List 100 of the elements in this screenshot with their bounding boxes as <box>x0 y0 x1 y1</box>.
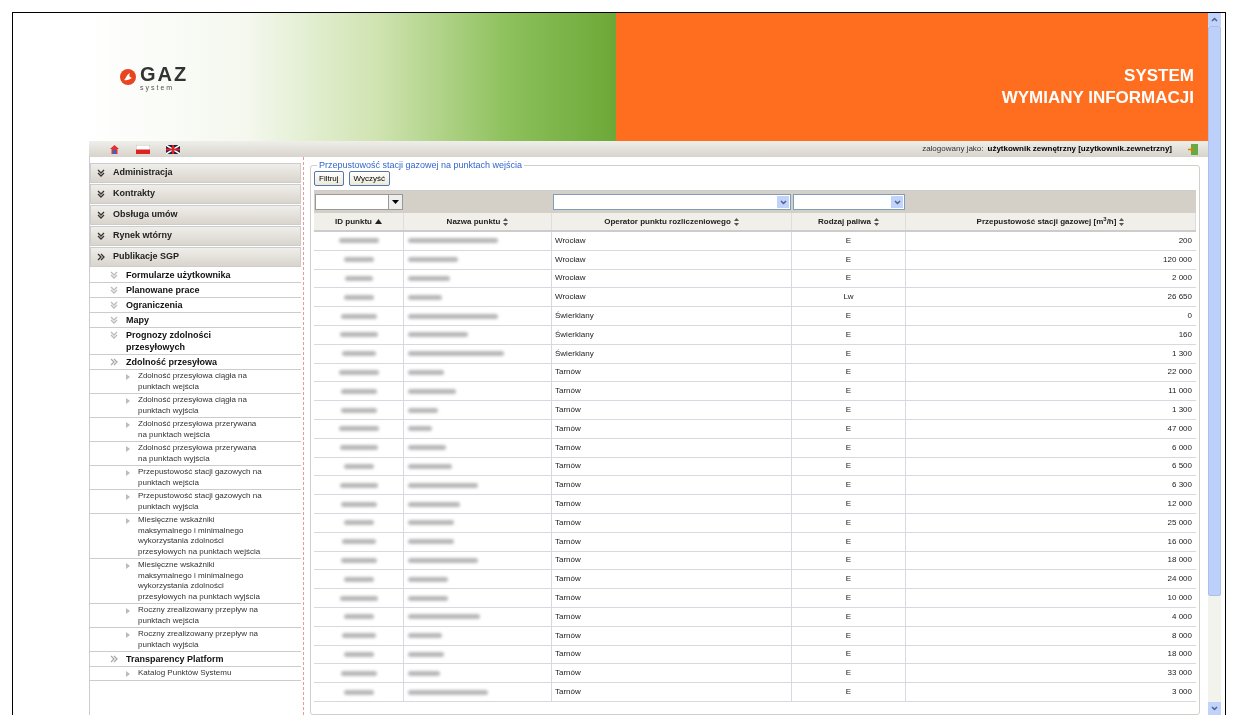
table-cell: 16 000 <box>1167 535 1192 548</box>
table-cell: Lw <box>843 291 854 304</box>
table-cell: Tarnów <box>555 404 581 417</box>
table-cell: Tarnów <box>555 516 581 529</box>
submenu-item[interactable]: Mapy <box>90 313 301 328</box>
table-cell: E <box>845 610 852 623</box>
table-cell: E <box>845 366 852 379</box>
table-cell: E <box>845 234 852 247</box>
table-cell: E <box>845 347 852 360</box>
table-cell: 120 000 <box>1163 253 1192 266</box>
submenu-item[interactable]: Zdolność przesyłowa <box>90 355 301 370</box>
table-cell: 18 000 <box>1167 554 1192 567</box>
table-cell: Tarnów <box>555 629 581 642</box>
table-cell: E <box>845 441 852 454</box>
table-cell: 24 000 <box>1167 573 1192 586</box>
column-header[interactable]: Nazwa punktu <box>404 213 552 230</box>
table-cell: E <box>845 535 852 548</box>
table-cell: 200 <box>1178 234 1192 247</box>
submenu-item[interactable]: Ograniczenia <box>90 298 301 313</box>
logo-text: GAZ <box>140 63 189 84</box>
table-cell: E <box>845 385 852 398</box>
table-cell: 11 000 <box>1168 385 1192 398</box>
menu-item[interactable]: Obsługa umów <box>90 205 301 225</box>
table-cell: 6 300 <box>1171 479 1192 492</box>
table-cell: E <box>845 686 852 698</box>
table-cell: 4 000 <box>1171 610 1192 623</box>
table-cell: E <box>845 667 852 680</box>
submenu-item[interactable]: Prognozy zdolności przesyłowych <box>90 328 301 355</box>
submenu-link[interactable]: Przepustowość stacji gazowych na punktach wejścia <box>90 466 301 490</box>
submenu-link[interactable]: Zdolność przesyłowa przerywana na punktach wyjścia <box>90 442 301 466</box>
menu-item[interactable]: Publikacje SGP <box>90 247 301 267</box>
table-cell: 33 000 <box>1167 667 1192 680</box>
table-cell: E <box>845 554 852 567</box>
column-header[interactable]: Rodzaj paliwa <box>792 213 906 230</box>
table-cell: E <box>845 253 852 266</box>
table-cell: Tarnów <box>555 498 581 511</box>
panel-button[interactable]: Filtruj <box>314 171 344 186</box>
panel-button[interactable]: Wyczyść <box>348 171 391 186</box>
submenu-link[interactable]: Roczny zrealizowany przepływ na punktach wejścia <box>90 604 301 628</box>
submenu-link[interactable]: Przepustowość stacji gazowych na punktach wyjścia <box>90 490 301 514</box>
submenu-link[interactable]: Miesięczne wskaźniki maksymalnego i minimalnego wykorzystania zdolności przesyłowych na punktach wyjścia <box>90 559 301 604</box>
table-cell: E <box>845 648 852 661</box>
column-header[interactable]: ID punktu <box>314 213 404 230</box>
table-cell: 26 650 <box>1167 291 1192 304</box>
menu-item[interactable]: Administracja <box>90 163 301 183</box>
table-cell: 18 000 <box>1167 648 1192 661</box>
table-cell: 160 <box>1178 328 1192 341</box>
submenu-link[interactable]: Roczny zrealizowany przepływ na punktach wyjścia <box>90 628 301 652</box>
system-title: WYMIANY INFORMACJI <box>1001 87 1194 109</box>
table-cell: E <box>845 498 852 511</box>
table-cell: E <box>845 479 852 492</box>
table-cell: Wrocław <box>555 234 586 247</box>
table-cell: 1 300 <box>1171 404 1192 417</box>
table-cell: 10 000 <box>1167 592 1192 605</box>
table-cell: Świerklany <box>555 310 594 323</box>
table-cell: E <box>845 460 852 473</box>
submenu-link[interactable]: Zdolność przesyłowa ciągła na punktach wyjścia <box>90 394 301 418</box>
table-cell: E <box>845 422 852 435</box>
table-cell: Świerklany <box>555 347 594 360</box>
table-cell: 6 500 <box>1171 460 1192 473</box>
table-cell: 47 000 <box>1167 422 1192 435</box>
table-cell: Tarnów <box>555 366 581 379</box>
table-cell: E <box>845 592 852 605</box>
submenu-item[interactable]: Transparency Platform <box>90 652 301 667</box>
table-cell: 3 000 <box>1171 686 1192 698</box>
submenu-link[interactable]: Katalog Punktów Systemu <box>90 667 301 681</box>
menu-item[interactable]: Kontrakty <box>90 184 301 204</box>
table-cell: Tarnów <box>555 648 581 661</box>
table-cell: Wrocław <box>555 291 586 304</box>
table-cell: Wrocław <box>555 253 586 266</box>
table-cell: 2 000 <box>1171 272 1192 285</box>
table-cell: Tarnów <box>555 460 581 473</box>
table-cell: 22 000 <box>1167 366 1192 379</box>
submenu-link[interactable]: Miesięczne wskaźniki maksymalnego i minimalnego wykorzystania zdolności przesyłowych na punktach wejścia <box>90 514 301 559</box>
table-cell: Tarnów <box>555 686 581 698</box>
table-cell: Tarnów <box>555 385 581 398</box>
menu-item[interactable]: Rynek wtórny <box>90 226 301 246</box>
column-header[interactable]: Operator punktu rozliczeniowego <box>552 213 792 230</box>
table-cell: Tarnów <box>555 479 581 492</box>
system-title: SYSTEM <box>1124 65 1194 87</box>
table-cell: Tarnów <box>555 610 581 623</box>
table-cell: Tarnów <box>555 592 581 605</box>
panel-legend: Przepustowość stacji gazowej na punktach wejścia <box>317 159 525 171</box>
table-cell: 6 000 <box>1171 441 1192 454</box>
login-label: zalogowany jako: <box>922 143 984 155</box>
submenu-link[interactable]: Zdolność przesyłowa ciągła na punktach wejścia <box>90 370 301 394</box>
table-cell: 25 000 <box>1167 516 1192 529</box>
table-cell: Tarnów <box>555 667 581 680</box>
column-header[interactable]: Przepustowość stacji gazowej [m$^{3}$/h] <box>906 213 1196 230</box>
submenu-link[interactable]: Zdolność przesyłowa przerywana na punktach wejścia <box>90 418 301 442</box>
table-cell: E <box>845 310 852 323</box>
submenu-item[interactable]: Planowane prace <box>90 283 301 298</box>
table-cell: Tarnów <box>555 535 581 548</box>
table-cell: E <box>845 516 852 529</box>
table-cell: 12 000 <box>1167 498 1192 511</box>
table-cell: 1 300 <box>1171 347 1192 360</box>
table-cell: Tarnów <box>555 573 581 586</box>
table-cell: E <box>845 272 852 285</box>
table-cell: E <box>845 629 852 642</box>
submenu-item[interactable]: Formularze użytkownika <box>90 268 301 283</box>
